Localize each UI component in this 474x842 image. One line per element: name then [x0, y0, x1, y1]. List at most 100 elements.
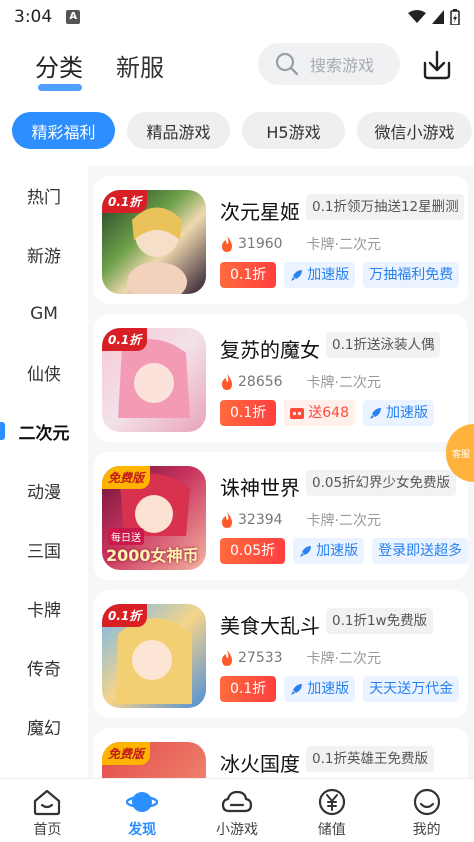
- nav-recharge-label: 储值: [317, 822, 346, 838]
- game-card[interactable]: 免费版 每日送 2000女神币 诛神世界 0.05折幻界少女免费版 32394 …: [94, 452, 469, 580]
- hot-count: 27533: [238, 650, 283, 666]
- status-icons: [408, 9, 460, 25]
- flame-icon: [222, 650, 232, 666]
- hot-row: 28656 卡牌·二次元: [220, 372, 381, 392]
- game-name: 冰火国度: [220, 752, 300, 776]
- hot-row: 27533 卡牌·二次元: [220, 648, 381, 668]
- sidebar-item-hot[interactable]: 热门: [0, 166, 88, 225]
- game-name: 诛神世界: [220, 476, 300, 500]
- hot-count: 28656: [238, 374, 283, 390]
- sidebar-item-three-kingdoms[interactable]: 三国: [0, 520, 88, 579]
- badge-row: 0.1折 送648 加速版: [220, 400, 434, 426]
- nav-home-label: 首页: [33, 822, 62, 838]
- status-bar: 3:04 A: [0, 0, 474, 34]
- game-thumbnail[interactable]: 免费版: [102, 742, 206, 778]
- game-name: 次元星姬: [220, 200, 300, 224]
- speed-label: 加速版: [386, 405, 428, 421]
- yen-icon: [318, 788, 345, 816]
- game-card[interactable]: 0.1折 复苏的魔女 0.1折送泳装人偶 28656 卡牌·二次元 0.1折 送…: [94, 314, 468, 442]
- pill-wechat-games[interactable]: 微信小游戏: [357, 112, 472, 149]
- wifi-icon: [408, 10, 426, 23]
- speed-label: 加速版: [307, 267, 350, 283]
- rocket-icon: [300, 545, 312, 557]
- download-icon: [423, 50, 451, 80]
- category-pills: 精彩福利 精品游戏 H5游戏 微信小游戏: [12, 112, 472, 150]
- sidebar-item-anime2d[interactable]: 二次元: [0, 402, 88, 461]
- sidebar-item-legend[interactable]: 传奇: [0, 638, 88, 697]
- float-label: 客服: [452, 449, 471, 460]
- game-card[interactable]: 免费版 冰火国度 0.1折英雄王免费版: [94, 728, 468, 778]
- speed-label: 加速版: [307, 681, 350, 697]
- gift-label: 送648: [308, 405, 349, 421]
- thumb-badge: 免费版: [102, 742, 151, 765]
- tab-category[interactable]: 分类: [35, 48, 83, 83]
- nav-discover[interactable]: 发现: [95, 779, 190, 842]
- speed-badge: 加速版: [293, 538, 365, 564]
- game-list: 0.1折 次元星姬 0.1折领万抽送12星删测 31960 卡牌·二次元 0.1…: [88, 166, 474, 778]
- search-input[interactable]: 搜索游戏: [258, 43, 400, 85]
- game-tag: 0.1折送泳装人偶: [326, 332, 441, 358]
- extra-badge: 万抽福利免费: [363, 262, 460, 288]
- nav-discover-label: 发现: [128, 822, 157, 838]
- badge-row: 0.1折 加速版 万抽福利免费: [220, 262, 460, 288]
- game-thumbnail[interactable]: 0.1折: [102, 190, 206, 294]
- rocket-icon: [291, 683, 303, 695]
- status-time: 3:04: [14, 7, 53, 27]
- game-category: 卡牌·二次元: [306, 237, 381, 253]
- sidebar-item-xianxia[interactable]: 仙侠: [0, 343, 88, 402]
- game-card[interactable]: 0.1折 美食大乱斗 0.1折1w免费版 27533 卡牌·二次元 0.1折 加…: [94, 590, 468, 718]
- game-category: 卡牌·二次元: [306, 651, 381, 667]
- sidebar-item-new[interactable]: 新游: [0, 225, 88, 284]
- nav-profile-label: 我的: [412, 822, 441, 838]
- notification-icon: A: [66, 10, 81, 24]
- gift-badge: 送648: [284, 400, 355, 426]
- game-thumbnail[interactable]: 免费版 每日送 2000女神币: [102, 466, 206, 570]
- hot-row: 31960 卡牌·二次元: [220, 234, 381, 254]
- extra-badge: 天天送万代金: [363, 676, 460, 702]
- hot-row: 32394 卡牌·二次元: [220, 510, 381, 530]
- hot-count: 32394: [238, 512, 283, 528]
- sidebar-item-gm[interactable]: GM: [0, 284, 88, 343]
- speed-badge: 加速版: [284, 262, 356, 288]
- ticket-icon: [290, 407, 305, 419]
- game-card[interactable]: 0.1折 次元星姬 0.1折领万抽送12星删测 31960 卡牌·二次元 0.1…: [94, 176, 468, 304]
- pill-quality-games[interactable]: 精品游戏: [127, 112, 230, 149]
- discount-badge: 0.1折: [220, 262, 277, 288]
- discount-badge: 0.05折: [220, 538, 286, 564]
- cloud-icon: [221, 790, 253, 813]
- game-thumbnail[interactable]: 0.1折: [102, 604, 206, 708]
- sidebar-item-anime[interactable]: 动漫: [0, 461, 88, 520]
- game-tag: 0.05折幻界少女免费版: [306, 470, 457, 496]
- tab-underline: [38, 84, 82, 91]
- discount-badge: 0.1折: [220, 676, 277, 702]
- game-category: 卡牌·二次元: [306, 513, 381, 529]
- speed-label: 加速版: [316, 543, 359, 559]
- header: 分类 新服 搜索游戏: [0, 34, 474, 100]
- hot-count: 31960: [238, 236, 283, 252]
- badge-row: 0.1折 加速版 天天送万代金: [220, 676, 460, 702]
- pill-featured-welfare[interactable]: 精彩福利: [12, 112, 115, 149]
- speed-badge: 加速版: [284, 676, 356, 702]
- nav-profile[interactable]: 我的: [379, 779, 474, 842]
- nav-mini-games[interactable]: 小游戏: [190, 779, 285, 842]
- download-button[interactable]: [418, 46, 456, 84]
- nav-recharge[interactable]: 储值: [284, 779, 379, 842]
- game-thumbnail[interactable]: 0.1折: [102, 328, 206, 432]
- thumb-badge: 0.1折: [102, 190, 148, 213]
- flame-icon: [222, 236, 232, 252]
- search-icon: [275, 52, 299, 76]
- thumb-badge: 0.1折: [102, 604, 148, 627]
- nav-home[interactable]: 首页: [0, 779, 95, 842]
- smiley-icon: [413, 788, 440, 816]
- game-tag: 0.1折领万抽送12星删测: [306, 194, 464, 220]
- rocket-icon: [370, 407, 381, 419]
- thumb-promo-text: 2000女神币: [106, 546, 199, 565]
- sidebar-item-fantasy[interactable]: 魔幻: [0, 697, 88, 756]
- discount-badge: 0.1折: [220, 400, 277, 426]
- thumb-badge: 0.1折: [102, 328, 148, 351]
- tab-new-server[interactable]: 新服: [116, 48, 164, 83]
- sidebar-item-card[interactable]: 卡牌: [0, 579, 88, 638]
- pill-h5-games[interactable]: H5游戏: [242, 112, 345, 149]
- planet-icon: [126, 792, 159, 812]
- home-icon: [34, 789, 61, 816]
